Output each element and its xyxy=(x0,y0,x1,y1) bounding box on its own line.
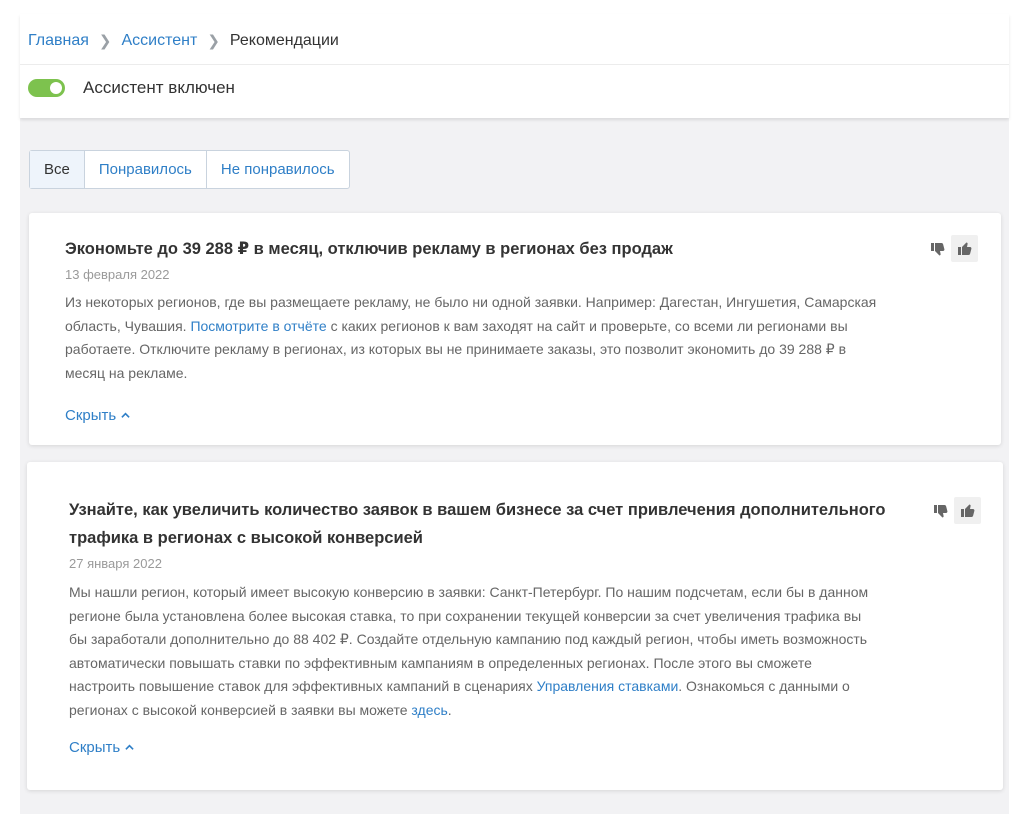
filter-liked-button[interactable]: Понравилось xyxy=(85,151,207,188)
report-link[interactable]: Посмотрите в отчёте xyxy=(190,318,326,334)
breadcrumb-separator-icon: ❯ xyxy=(207,33,220,50)
hide-label: Скрыть xyxy=(65,407,117,424)
recommendation-date: 13 февраля 2022 xyxy=(65,267,170,282)
thumbs-up-icon xyxy=(960,504,974,517)
here-link[interactable]: здесь xyxy=(411,702,447,718)
breadcrumb-home[interactable]: Главная xyxy=(28,32,89,50)
filter-disliked-button[interactable]: Не понравилось xyxy=(207,151,349,188)
dislike-button[interactable] xyxy=(927,497,954,524)
thumbs-down-icon xyxy=(930,242,944,255)
vote-buttons xyxy=(927,497,981,524)
breadcrumb-separator-icon: ❯ xyxy=(98,33,112,50)
hide-label: Скрыть xyxy=(69,739,121,756)
recommendation-date: 27 января 2022 xyxy=(69,556,162,571)
assistant-toggle-row: Ассистент включен xyxy=(28,78,235,98)
recommendation-title: Узнайте, как увеличить количество заявок… xyxy=(69,501,886,547)
page-header: Главная ❯ Ассистент ❯ Рекомендации Ассис… xyxy=(20,14,1009,118)
recommendation-text: Из некоторых регионов, где вы размещаете… xyxy=(65,291,885,385)
toggle-knob xyxy=(50,82,62,94)
hide-button[interactable]: Скрыть xyxy=(69,739,134,756)
breadcrumb: Главная ❯ Ассистент ❯ Рекомендации xyxy=(28,32,339,50)
assistant-toggle[interactable] xyxy=(28,79,65,97)
assistant-toggle-label: Ассистент включен xyxy=(83,78,235,97)
thumbs-up-icon xyxy=(957,242,971,255)
vote-buttons xyxy=(924,235,978,262)
breadcrumb-current: Рекомендации xyxy=(229,32,339,49)
breadcrumb-assistant[interactable]: Ассистент xyxy=(121,32,197,50)
like-button[interactable] xyxy=(951,235,978,262)
chevron-up-icon xyxy=(121,412,130,418)
recommendation-card: Узнайте, как увеличить количество заявок… xyxy=(27,462,1003,790)
hide-button[interactable]: Скрыть xyxy=(65,407,130,424)
dislike-button[interactable] xyxy=(924,235,951,262)
bid-management-link[interactable]: Управления ставками xyxy=(537,678,679,694)
recommendation-card: Экономьте до 39 288 ₽ в месяц, отключив … xyxy=(29,213,1001,445)
like-button[interactable] xyxy=(954,497,981,524)
filter-all-button[interactable]: Все xyxy=(30,151,85,188)
recommendation-text: Мы нашли регион, который имеет высокую к… xyxy=(69,581,869,722)
thumbs-down-icon xyxy=(933,504,947,517)
chevron-up-icon xyxy=(125,744,134,750)
recommendation-text-part: . xyxy=(447,701,452,718)
recommendation-title: Экономьте до 39 288 ₽ в месяц, отключив … xyxy=(65,240,673,258)
filter-tabs: Все Понравилось Не понравилось xyxy=(29,150,350,189)
header-divider xyxy=(20,64,1009,65)
